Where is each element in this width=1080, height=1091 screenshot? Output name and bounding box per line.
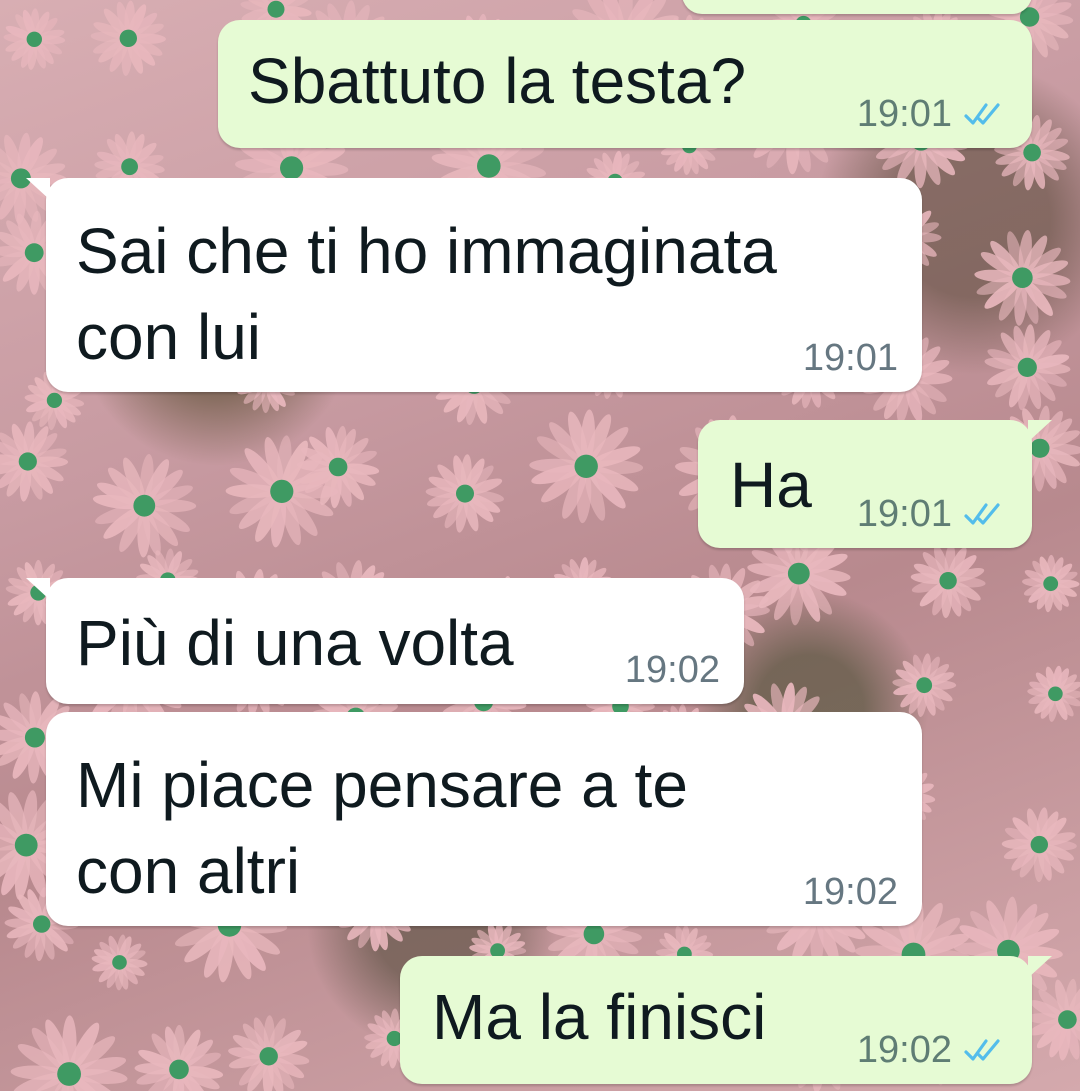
chat-message-list[interactable]: Sbattuto la testa? 19:01 Sai che ti ho i… xyxy=(0,0,1080,1091)
bubble-tail xyxy=(26,178,50,200)
message-text: Sbattuto la testa? xyxy=(248,45,747,117)
bubble-tail xyxy=(1028,420,1052,442)
message-meta: 19:01 xyxy=(857,492,1002,536)
message-meta: 19:01 xyxy=(857,92,1002,136)
message-time: 19:02 xyxy=(856,1029,952,1071)
double-check-icon xyxy=(964,503,1000,525)
message-time: 19:02 xyxy=(624,649,720,691)
bubble-tail xyxy=(1028,956,1052,978)
message-time: 19:01 xyxy=(856,493,952,535)
message-time: 19:02 xyxy=(802,871,898,913)
message-text: Ha xyxy=(730,449,812,521)
double-check-icon xyxy=(964,103,1000,125)
message-bubble-incoming[interactable]: Mi piace pensare a te con altri 19:02 xyxy=(46,712,922,926)
message-bubble-incoming[interactable]: Più di una volta 19:02 xyxy=(26,578,744,704)
message-bubble-incoming[interactable]: Sai che ti ho immaginata con lui 19:01 xyxy=(26,178,922,392)
message-time: 19:01 xyxy=(856,93,952,135)
message-bubble-outgoing[interactable]: Ha 19:01 xyxy=(698,420,1052,548)
bubble-tail xyxy=(26,578,50,600)
message-text: Ma la finisci xyxy=(432,981,767,1053)
message-meta: 19:02 xyxy=(857,1028,1002,1072)
message-meta: 19:02 xyxy=(803,870,898,914)
message-text: Più di una volta xyxy=(76,607,514,679)
message-bubble-outgoing[interactable]: Ma la finisci 19:02 xyxy=(400,956,1052,1084)
message-bubble-outgoing-partial[interactable] xyxy=(682,0,1032,14)
double-check-icon xyxy=(964,1039,1000,1061)
message-bubble-outgoing[interactable]: Sbattuto la testa? 19:01 xyxy=(218,20,1032,148)
message-meta: 19:02 xyxy=(625,648,720,692)
message-text: Sai che ti ho immaginata con lui xyxy=(76,215,777,373)
message-text: Mi piace pensare a te con altri xyxy=(76,749,688,907)
message-time: 19:01 xyxy=(802,337,898,379)
message-meta: 19:01 xyxy=(803,336,898,380)
